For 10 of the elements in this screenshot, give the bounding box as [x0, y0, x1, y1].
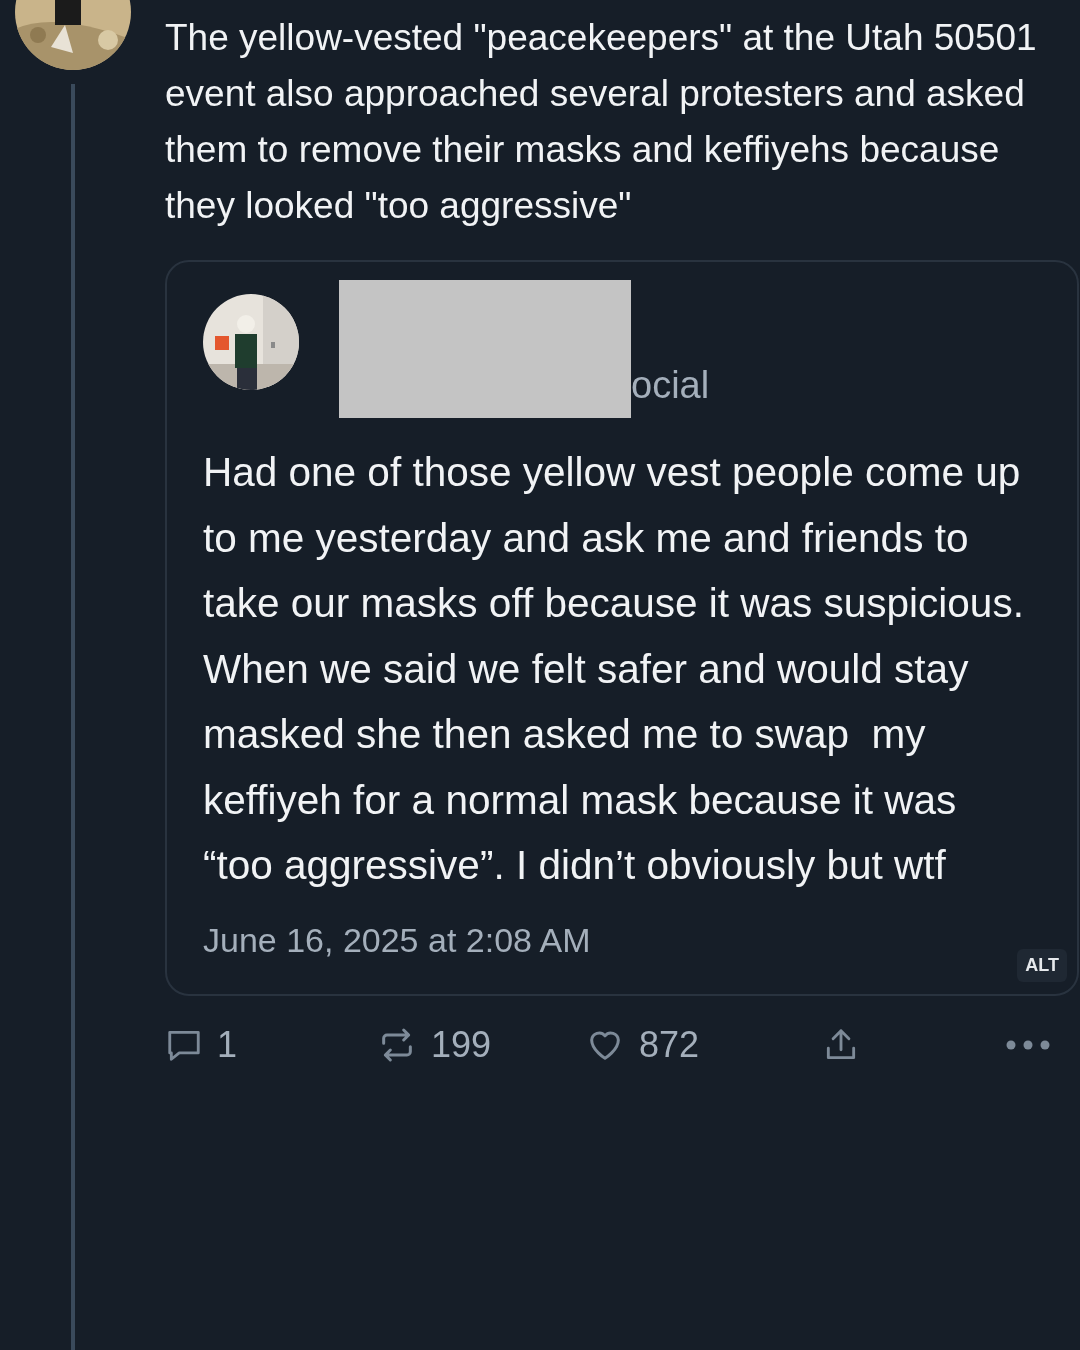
post-text: The yellow-vested "peacekeepers" at the Utah 50501 event also approached several protesters and asked them to remove their masks and keffiyehs because they looked "too aggressive" [165, 16, 1038, 228]
timestamp: June 16, 2025 at 2:08 AM [203, 920, 591, 960]
more-icon [1005, 1038, 1051, 1051]
repost-button[interactable]: 199 [377, 1023, 492, 1066]
alt-badge[interactable]: ALT [1017, 948, 1067, 982]
like-button[interactable]: 872 [585, 1023, 700, 1066]
user-handle[interactable]: ocial [631, 364, 710, 407]
quote-text: Had one of those yellow vest people come up to me yesterday and ask me and friends to take our masks off because it was suspicious. When we said we felt safer and would stay masked she then asked me to swap my keffiyeh for a normal mask because it was “too aggressive”. I didn’t obviously but wtf [203, 448, 1025, 890]
reply-button[interactable]: 1 [165, 1023, 238, 1066]
more-button[interactable] [1005, 1038, 1051, 1051]
